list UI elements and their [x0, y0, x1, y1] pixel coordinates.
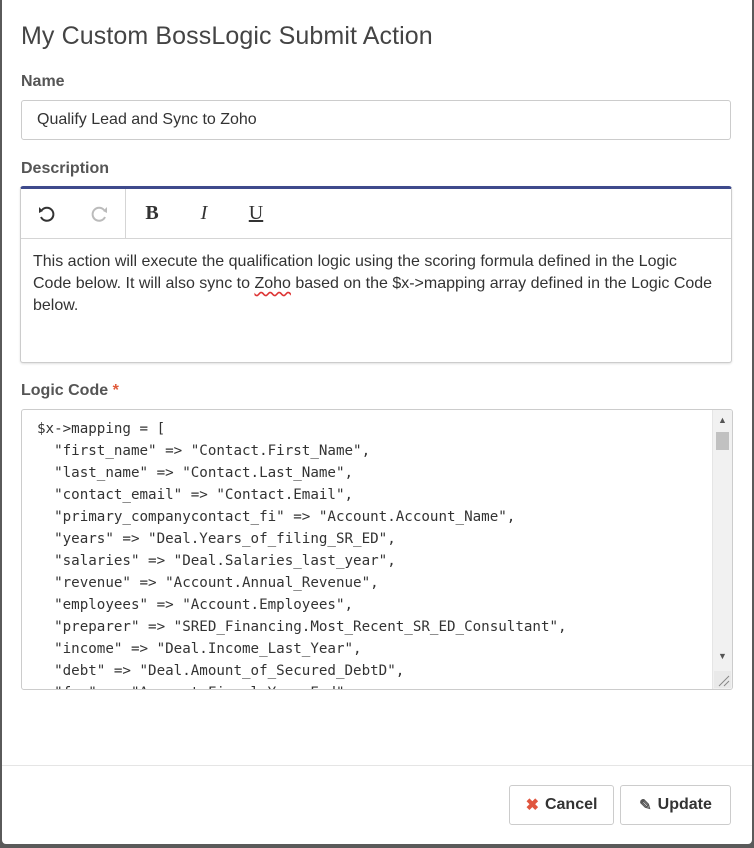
update-button[interactable]: ✎ Update: [620, 785, 731, 825]
close-icon: ✖: [525, 797, 539, 814]
dialog-title: My Custom BossLogic Submit Action: [21, 22, 433, 50]
scroll-up-arrow-icon[interactable]: ▲: [713, 412, 732, 428]
code-scrollbar[interactable]: ▲ ▼: [712, 410, 732, 689]
scroll-thumb[interactable]: [716, 432, 729, 450]
cancel-button[interactable]: ✖ Cancel: [509, 785, 614, 825]
misspelled-word: Zoho: [254, 275, 291, 292]
scroll-down-arrow-icon[interactable]: ▼: [713, 648, 732, 664]
description-label: Description: [21, 160, 110, 177]
underline-button[interactable]: U: [230, 189, 282, 238]
pencil-icon: ✎: [639, 797, 652, 814]
italic-button[interactable]: I: [178, 189, 230, 238]
name-input[interactable]: [21, 100, 731, 140]
logic-code-textarea[interactable]: $x->mapping = [ "first_name" => "Contact…: [21, 409, 733, 690]
format-group: B I U: [126, 189, 282, 238]
name-label: Name: [21, 73, 65, 90]
editor-toolbar: B I U: [21, 189, 731, 239]
resize-handle-icon[interactable]: [714, 671, 731, 688]
undo-icon[interactable]: [21, 189, 73, 238]
footer-divider: [2, 765, 752, 766]
redo-icon[interactable]: [73, 189, 125, 238]
logic-code-text: $x->mapping = [ "first_name" => "Contact…: [37, 421, 567, 689]
required-marker: *: [112, 382, 119, 399]
bold-button[interactable]: B: [126, 189, 178, 238]
update-label: Update: [657, 796, 712, 813]
logic-code-label-text: Logic Code: [21, 382, 109, 399]
description-editor: B I U This action will execute the quali…: [20, 186, 732, 363]
cancel-label: Cancel: [544, 796, 598, 813]
submit-action-dialog: My Custom BossLogic Submit Action Name D…: [2, 0, 752, 844]
history-group: [21, 189, 125, 238]
logic-code-label: Logic Code *: [21, 382, 119, 400]
description-content[interactable]: This action will execute the qualificati…: [21, 239, 731, 329]
